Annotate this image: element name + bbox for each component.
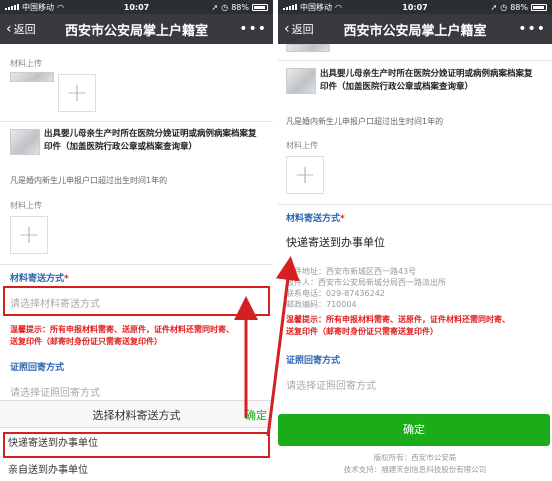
picker-confirm-button[interactable]: 确定 [245,407,267,423]
nav-bar: ‹ 返回 西安市公安局掌上户籍室 ••• [278,14,552,44]
chevron-left-icon: ‹ [6,21,12,37]
sample-image-thumbnail[interactable] [10,72,54,82]
delivery-method-title-text: 材料寄送方式 [10,274,65,284]
chevron-left-icon: ‹ [284,21,290,37]
upload-add-button[interactable]: + [10,216,48,254]
back-button[interactable]: ‹ 返回 [284,21,314,37]
highlight-box [3,432,270,458]
return-method-select[interactable]: 请选择证照回寄方式 [10,384,100,399]
back-label: 返回 [291,23,314,36]
picker-header: 选择材料寄送方式 确定 [0,400,273,428]
more-menu-button[interactable]: ••• [518,21,546,37]
return-method-title: 证照回寄方式 [286,356,341,366]
warning-tip-line1: 温馨提示：所有申报材料需寄、送原件，证件材料还需同时寄、 [286,315,510,324]
picker-title: 选择材料寄送方式 [92,409,181,422]
delivery-method-title-text: 材料寄送方式 [286,214,341,224]
upload-add-button[interactable]: + [58,74,96,112]
back-label: 返回 [13,23,36,36]
warning-tip: 温馨提示：所有申报材料需寄、送原件，证件材料还需同时寄、 送复印件（邮寄时身份证… [286,314,548,338]
more-menu-button[interactable]: ••• [239,21,267,37]
form-content: 出具婴儿母亲生产时所在医院分娩证明或病例病案档案复 印件（加盖医院行政公章或档案… [278,44,552,481]
tech-support-text: 技术支持：福建天创信息科技股份有限公司 [343,465,487,474]
divider [0,121,273,122]
warning-tip: 温馨提示：所有申报材料需寄、送原件，证件材料还需同时寄、 送复印件（邮寄时身份证… [10,324,270,348]
required-mark: * [64,274,69,284]
sample-image-thumbnail[interactable] [286,44,330,52]
warning-tip-line2: 送复印件（邮寄时身份证只需寄送复印件） [10,337,162,346]
right-phone-screen: 中国移动 ◠ 10:07 ➚ ◷ 88% ‹ 返回 西安市公安局掌上户籍室 ••… [278,0,552,481]
delivery-method-title: 材料寄送方式* [286,211,345,224]
plus-icon: + [294,160,316,190]
document-note: 凡是婚内新生儿申报户口超过出生时间1年的 [286,117,444,126]
mailing-address-block: 收件地址：西安市新城区西一路43号 收件人：西安市公安局新城分局西一路派出所 联… [286,266,446,310]
recipient-line: 收件人：西安市公安局新城分局西一路派出所 [286,278,446,287]
form-content: 材料上传 + 出具婴儿母亲生产时所在医院分娩证明或病例病案档案复 印件（加盖医院… [0,44,273,481]
picker-option-in-person[interactable]: 亲自送到办事单位 [0,460,273,481]
divider [278,60,552,61]
status-bar: 中国移动 ◠ 10:07 ➚ ◷ 88% [0,0,273,14]
copyright-text: 版权所有：西安市公安局 [373,453,457,462]
upload-label: 材料上传 [10,201,42,210]
document-title: 出具婴儿母亲生产时所在医院分娩证明或病例病案档案复 印件（加盖医院行政公章或档案… [320,68,548,94]
battery-icon [531,3,547,11]
divider [278,204,552,205]
document-note: 凡是婚内新生儿申报户口超过出生时间1年的 [10,176,168,185]
plus-icon: + [66,78,88,108]
address-line: 收件地址：西安市新城区西一路43号 [286,267,417,276]
back-button[interactable]: ‹ 返回 [6,21,36,37]
delivery-method-select[interactable]: 快递寄送到办事单位 [286,234,385,250]
document-thumbnail[interactable] [286,68,316,94]
document-title-line2: 印件（加盖医院行政公章或档案查询章） [44,142,198,152]
warning-tip-line2: 送复印件（邮寄时身份证只需寄送复印件） [286,327,438,336]
return-method-select[interactable]: 请选择证照回寄方式 [286,377,376,392]
divider [0,264,273,265]
document-title-line1: 出具婴儿母亲生产时所在医院分娩证明或病例病案档案复 [320,69,533,79]
upload-label: 材料上传 [10,59,42,68]
document-title-line1: 出具婴儿母亲生产时所在医院分娩证明或病例病案档案复 [44,129,257,139]
page-title: 西安市公安局掌上户籍室 [343,23,487,39]
status-bar: 中国移动 ◠ 10:07 ➚ ◷ 88% [278,0,552,14]
document-thumbnail[interactable] [10,129,40,155]
required-mark: * [340,214,345,224]
postcode-line: 邮政编码：710004 [286,300,357,309]
plus-icon: + [18,220,40,250]
picker-sheet: 选择材料寄送方式 确定 快递寄送到办事单位 亲自送到办事单位 [0,400,273,481]
battery-icon [252,3,268,11]
return-method-title: 证照回寄方式 [10,363,65,373]
warning-tip-line1: 温馨提示：所有申报材料需寄、送原件，证件材料还需同时寄、 [10,325,234,334]
upload-add-button[interactable]: + [286,156,324,194]
nav-bar: ‹ 返回 西安市公安局掌上户籍室 ••• [0,14,273,44]
confirm-button[interactable]: 确定 [278,414,550,446]
status-time: 10:07 [123,2,150,12]
document-title-line2: 印件（加盖医院行政公章或档案查询章） [320,82,474,92]
phone-line: 联系电话：029-87436242 [286,289,385,298]
left-phone-screen: 中国移动 ◠ 10:07 ➚ ◷ 88% ‹ 返回 西安市公安局掌上户籍室 ••… [0,0,273,481]
status-time: 10:07 [402,2,428,12]
delivery-method-title: 材料寄送方式* [10,271,69,284]
document-title: 出具婴儿母亲生产时所在医院分娩证明或病例病案档案复 印件（加盖医院行政公章或档案… [44,128,269,154]
upload-label: 材料上传 [286,141,318,150]
highlight-box [3,286,270,316]
page-title: 西安市公安局掌上户籍室 [64,23,208,39]
